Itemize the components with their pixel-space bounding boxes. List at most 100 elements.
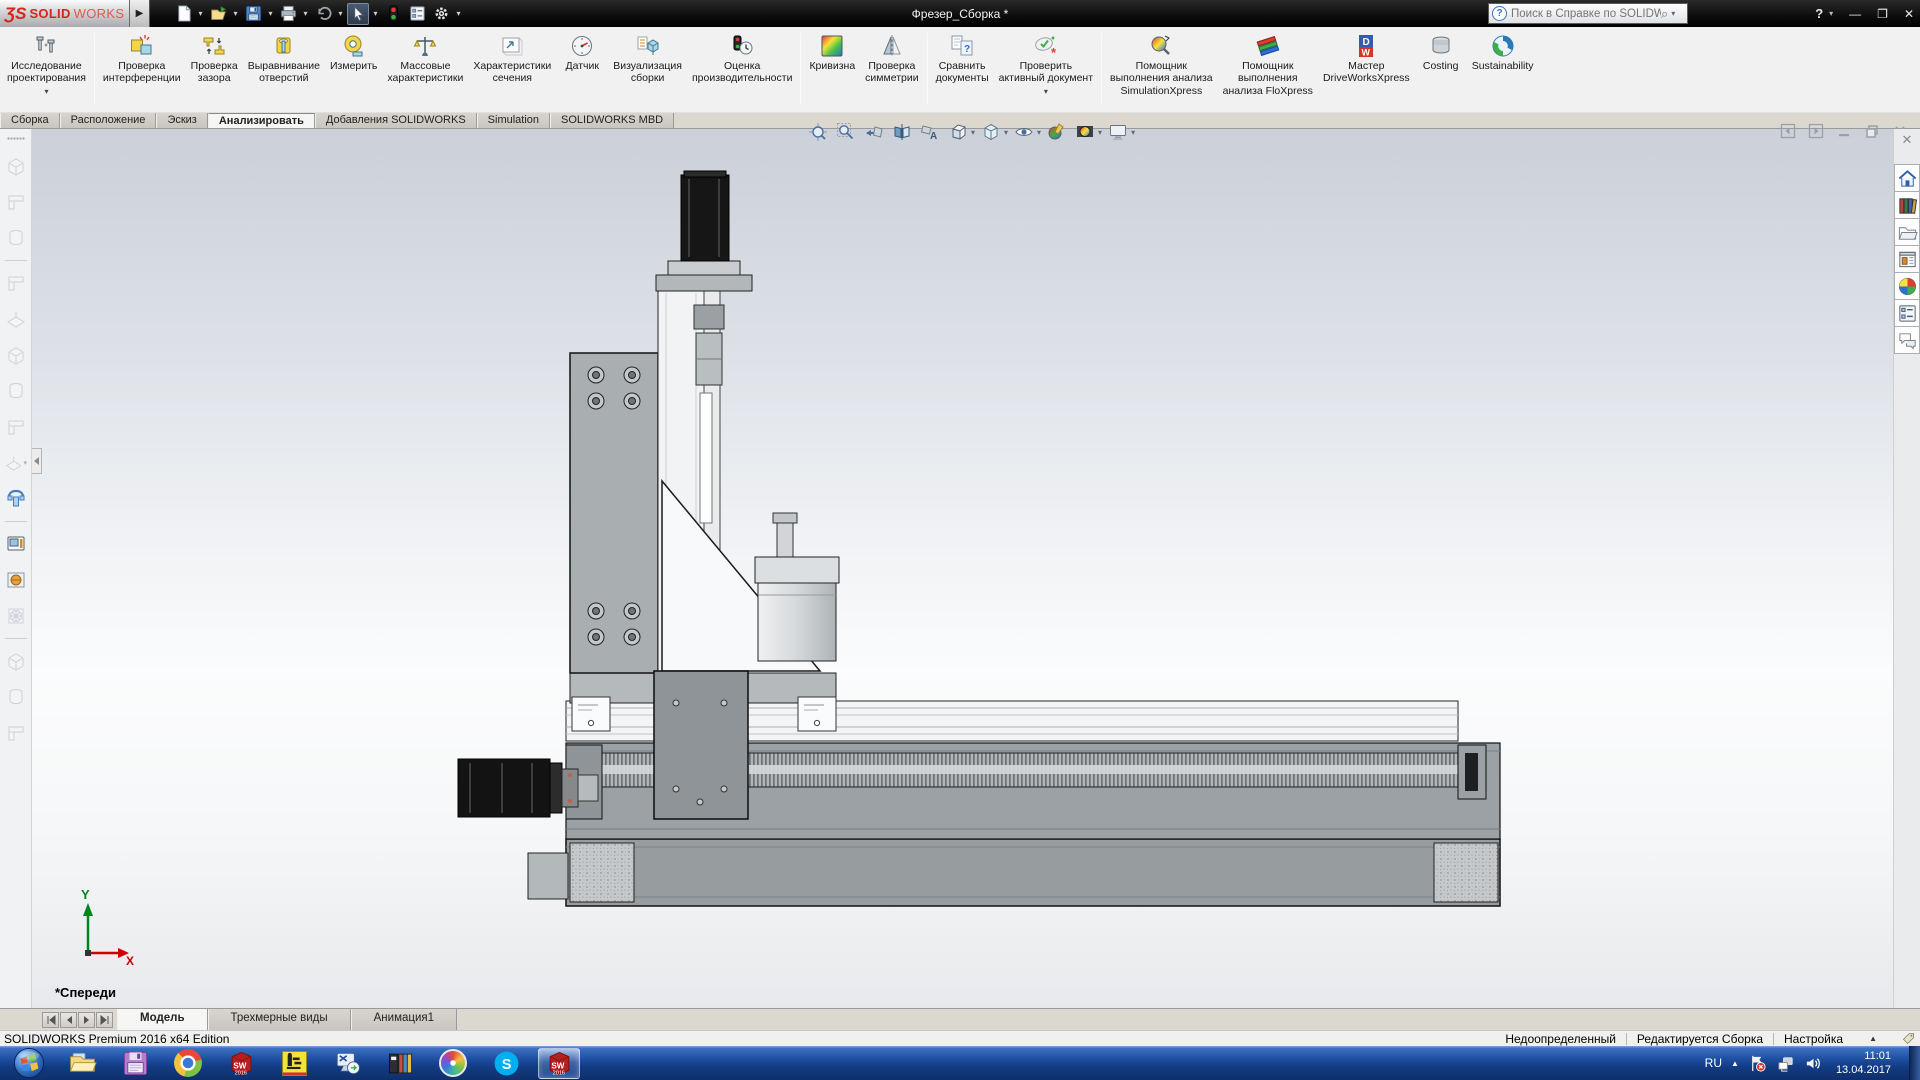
tab-simulation[interactable]: Simulation [477,113,550,128]
print-icon[interactable] [277,3,299,25]
assembly-tool-icon-2[interactable] [4,191,27,214]
ribbon-button-symmetry[interactable]: Проверка симметрии [860,31,923,86]
base-beam[interactable] [566,839,1500,906]
purple-floppy-app[interactable] [114,1048,156,1079]
graphics-viewport[interactable]: Y X *Спереди [32,129,1893,1008]
rebuild-icon[interactable] [382,3,404,25]
last-tab-icon[interactable] [96,1012,113,1028]
ribbon-button-section[interactable]: Характеристики сечения [468,31,556,86]
select-dropdown-icon[interactable]: ▾ [371,9,380,18]
assembly-tool-icon-1[interactable] [4,155,27,178]
select-icon[interactable] [347,3,369,25]
ribbon-button-simx[interactable]: Помощник выполнения анализа SimulationXp… [1105,31,1218,98]
language-indicator[interactable]: RU [1705,1056,1722,1070]
shaft-coupling[interactable] [562,769,598,807]
ribbon-button-mass[interactable]: Массовые характеристики [382,31,468,86]
ribbon-button-check-doc[interactable]: *Проверить активный документ▾ [994,31,1098,97]
print-dropdown-icon[interactable]: ▾ [301,9,310,18]
apply-scene-icon[interactable] [1073,121,1097,143]
ribbon-button-flox[interactable]: Помощник выполнения анализа FloXpress [1218,31,1318,98]
preview-sphere-icon[interactable] [4,569,27,592]
assembly-tool-icon-11[interactable] [4,686,27,709]
status-tag-icon[interactable] [1901,1031,1916,1046]
solidworks-2016[interactable]: SW2016 [220,1048,262,1079]
menu-flyout-arrow-icon[interactable]: ▶ [130,0,150,27]
ribbon-button-compare[interactable]: ?Сравнить документы [931,31,994,86]
custom-properties-icon[interactable] [1894,299,1920,327]
display-style-icon[interactable] [979,121,1003,143]
zoom-to-fit-icon[interactable] [806,121,830,143]
next-tab-icon[interactable] [78,1012,95,1028]
chrome-browser[interactable] [167,1048,209,1079]
ribbon-button-sensor[interactable]: Датчик [556,31,608,73]
tab-расположение[interactable]: Расположение [60,113,157,128]
undo-dropdown-icon[interactable]: ▾ [336,9,345,18]
assembly-tool-icon-4[interactable] [4,272,27,295]
tab-сборка[interactable]: Сборка [0,113,60,128]
design-library-icon[interactable] [1894,191,1920,219]
motor-flange[interactable] [668,261,740,275]
start-button[interactable] [8,1048,50,1079]
stepper-motor-z[interactable] [681,171,729,261]
archive-manager[interactable] [379,1048,421,1079]
ribbon-button-assembly-vis[interactable]: Визуализация сборки [608,31,687,86]
view-palette-icon[interactable] [1894,245,1920,273]
assembly-tool-icon-10[interactable] [4,650,27,673]
cad-utility[interactable] [273,1048,315,1079]
previous-view-icon[interactable] [862,121,886,143]
view-settings-dropdown-icon[interactable]: ▾ [1131,128,1135,137]
hide-show-items-icon[interactable] [1012,121,1036,143]
solidworks-2016-active[interactable]: SW2016 [538,1048,580,1079]
pane-collapse-right-icon[interactable] [1806,121,1826,141]
home-icon[interactable] [1894,164,1920,192]
spindle[interactable] [755,513,839,661]
dropdown-arrow-icon[interactable]: ▾ [44,87,48,96]
tab-анализировать[interactable]: Анализировать [208,113,315,128]
prev-tab-icon[interactable] [60,1012,77,1028]
first-tab-icon[interactable] [42,1012,59,1028]
help-dropdown-icon[interactable]: ▾ [1829,9,1833,18]
undo-icon[interactable] [312,3,334,25]
zoom-to-area-icon[interactable] [834,121,858,143]
view-orientation-dropdown-icon[interactable]: ▾ [971,128,975,137]
view-annotations-icon[interactable]: A [918,121,942,143]
smart-fastener-icon[interactable] [4,488,27,511]
doc-restore-icon[interactable] [1862,121,1882,141]
help-search[interactable]: ? ⌕ ▾ [1488,3,1688,24]
help-button[interactable]: ? [1815,6,1823,21]
open-document-dropdown-icon[interactable]: ▾ [231,9,240,18]
assembly-tool-icon-12[interactable] [4,722,27,745]
clock[interactable]: 11:01 13.04.2017 [1836,1049,1891,1078]
bottom-tab-2[interactable]: Трехмерные виды [208,1009,351,1030]
windows-explorer[interactable] [61,1048,103,1079]
ribbon-button-measure[interactable]: Измерить [325,31,382,73]
volume-icon[interactable] [1804,1054,1823,1073]
dropdown-arrow-icon[interactable]: ▾ [1044,87,1048,96]
end-box-left[interactable] [528,853,568,899]
file-properties-icon[interactable] [406,3,428,25]
tab-эскиз[interactable]: Эскиз [156,113,207,128]
motor-bracket[interactable] [656,275,752,291]
task-pane-close-icon[interactable]: ✕ [1894,129,1920,151]
rail-carriage-right[interactable] [798,697,836,731]
ribbon-button-design-study[interactable]: Исследование проектирования▾ [2,31,91,97]
restore-button[interactable]: ❐ [1877,7,1888,21]
show-desktop-button[interactable] [1909,1046,1920,1080]
save-icon[interactable] [242,3,264,25]
options-dropdown-icon[interactable]: ▾ [454,9,463,18]
foot-pad-right[interactable] [1434,843,1498,902]
ribbon-button-curvature[interactable]: Кривизна [804,31,860,73]
assembly-tool-icon-7[interactable] [4,380,27,403]
rail-carriage-left[interactable] [572,697,610,731]
customize-toggle-icon[interactable]: ▲ [1869,1034,1877,1043]
x-carriage[interactable] [654,671,748,819]
assembly-tool-icon-3[interactable] [4,227,27,250]
apply-scene-dropdown-icon[interactable]: ▾ [1098,128,1102,137]
skype[interactable]: S [485,1048,527,1079]
network-icon[interactable] [1776,1054,1795,1073]
stepper-motor-y[interactable] [458,759,562,817]
bottom-tab-1[interactable]: Модель [117,1009,208,1030]
view-settings-icon[interactable] [1106,121,1130,143]
action-center-flag-icon[interactable] [1748,1054,1767,1073]
search-input[interactable] [1511,8,1661,20]
